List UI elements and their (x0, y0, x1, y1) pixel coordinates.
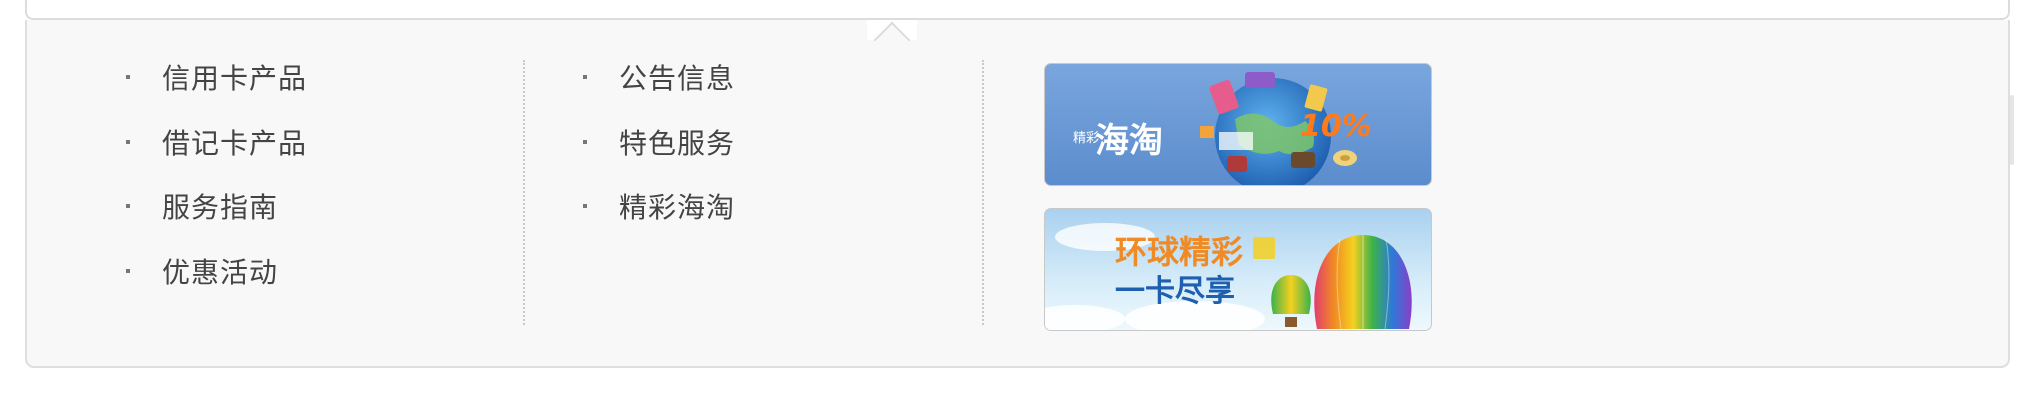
top-header-bar (25, 0, 2010, 20)
menu-item-service-guide[interactable]: 服务指南 (126, 174, 426, 239)
banner-discount-text: 10% (1300, 109, 1372, 144)
bullet-icon (583, 139, 587, 144)
menu-item-debit-card-products[interactable]: 借记卡产品 (126, 110, 426, 175)
menu-item-overseas-shopping[interactable]: 精彩海淘 (583, 174, 883, 239)
bullet-icon (126, 268, 130, 273)
bullet-icon (126, 75, 130, 80)
bullet-icon (126, 204, 130, 209)
menu-item-featured-services[interactable]: 特色服务 (583, 110, 883, 175)
menu-item-announcements[interactable]: 公告信息 (583, 45, 883, 110)
menu-item-label: 信用卡产品 (162, 62, 308, 96)
menu-item-label: 服务指南 (162, 191, 279, 225)
menu-item-label: 公告信息 (619, 62, 736, 96)
small-balloon-icon (1271, 275, 1311, 327)
banner-main-text: 海淘 (1095, 121, 1163, 161)
menu-item-promotions[interactable]: 优惠活动 (126, 239, 426, 304)
menu-item-label: 特色服务 (619, 126, 736, 160)
menu-item-label: 优惠活动 (162, 255, 279, 289)
banner-line2-text: 一卡尽享 (1115, 274, 1235, 309)
bullet-icon (583, 75, 587, 80)
bullet-icon (583, 204, 587, 209)
side-scroll-tab[interactable] (2010, 95, 2014, 165)
banner-line1-text: 环球精彩 (1115, 233, 1243, 271)
bullet-icon (126, 139, 130, 144)
menu-item-label: 借记卡产品 (162, 126, 308, 160)
menu-column-info: 公告信息 特色服务 精彩海淘 (583, 45, 883, 239)
overseas-shopping-banner-art: 精彩 海淘 10% (1073, 72, 1372, 185)
menu-column-products: 信用卡产品 借记卡产品 服务指南 优惠活动 (126, 45, 426, 303)
column-divider (982, 60, 984, 325)
global-card-banner-art: 环球精彩 一卡尽享 (1045, 223, 1412, 330)
hot-air-balloon-icon (1314, 235, 1412, 330)
column-divider (523, 60, 525, 325)
global-card-banner[interactable]: 环球精彩 一卡尽享 (1044, 208, 1432, 331)
overseas-shopping-banner[interactable]: 精彩 海淘 10% (1044, 63, 1432, 186)
menu-item-label: 精彩海淘 (619, 191, 736, 225)
menu-item-credit-card-products[interactable]: 信用卡产品 (126, 45, 426, 110)
